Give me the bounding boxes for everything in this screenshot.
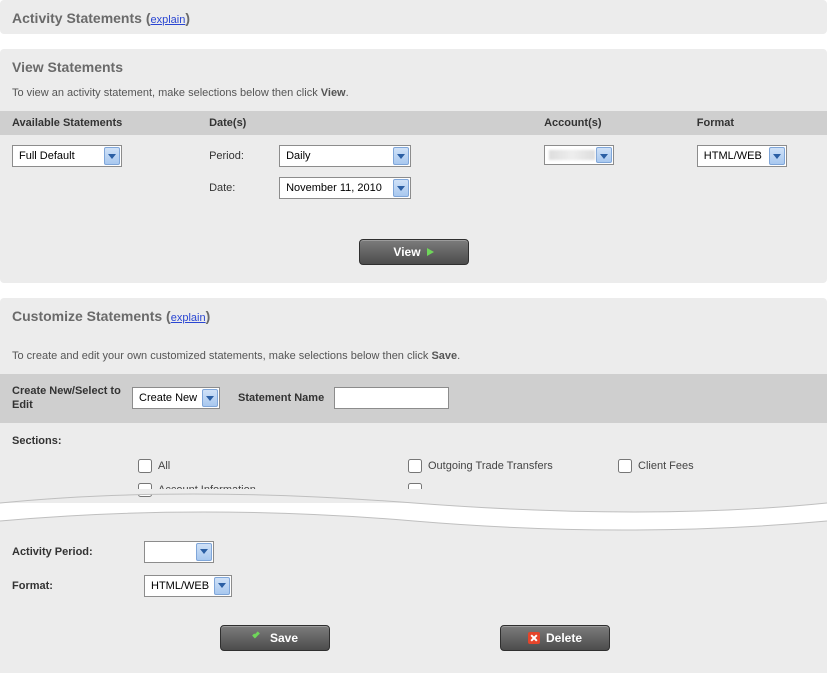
save-button[interactable]: Save bbox=[220, 625, 330, 651]
chevron-down-icon bbox=[596, 147, 612, 163]
view-statements-title: View Statements bbox=[0, 49, 827, 83]
customize-explain-link[interactable]: explain bbox=[171, 312, 206, 324]
customize-lower-area: Activity Period: Format: HTML/WEB bbox=[0, 535, 827, 611]
view-instruction: To view an activity statement, make sele… bbox=[0, 83, 827, 111]
view-body-row: Full Default Period: Daily Date: Novembe… bbox=[0, 135, 827, 229]
col-format-label: Format bbox=[697, 117, 815, 129]
activity-statements-title: Activity Statements bbox=[12, 10, 142, 26]
date-label: Date: bbox=[209, 182, 279, 194]
activity-period-label: Activity Period: bbox=[12, 546, 132, 558]
create-select[interactable]: Create New bbox=[132, 387, 220, 409]
period-label: Period: bbox=[209, 150, 279, 162]
accounts-select[interactable] bbox=[544, 145, 614, 165]
page-break-wave bbox=[0, 489, 827, 535]
col-dates-label: Date(s) bbox=[209, 117, 544, 129]
checkbox-outgoing-trade-transfers[interactable]: Outgoing Trade Transfers bbox=[408, 459, 618, 473]
delete-button[interactable]: Delete bbox=[500, 625, 610, 651]
customize-button-bar: Save Delete bbox=[0, 611, 827, 673]
checkbox-all[interactable]: All bbox=[138, 459, 408, 473]
date-select[interactable]: November 11, 2010 bbox=[279, 177, 411, 199]
view-statements-panel: View Statements To view an activity stat… bbox=[0, 49, 827, 283]
activity-period-select[interactable] bbox=[144, 541, 214, 563]
customize-format-label: Format: bbox=[12, 580, 132, 592]
col-accounts-label: Account(s) bbox=[544, 117, 697, 129]
activity-statements-header: Activity Statements (explain) bbox=[0, 0, 827, 34]
customize-title: Customize Statements bbox=[12, 308, 162, 324]
view-button[interactable]: View bbox=[359, 239, 469, 265]
delete-icon bbox=[528, 632, 540, 644]
arrow-right-icon bbox=[427, 248, 434, 256]
create-label: Create New/Select to Edit bbox=[12, 384, 122, 413]
customize-statements-panel: Customize Statements (explain) To create… bbox=[0, 298, 827, 503]
chevron-down-icon bbox=[104, 147, 120, 165]
checkbox-client-fees[interactable]: Client Fees bbox=[618, 459, 778, 473]
customize-format-select[interactable]: HTML/WEB bbox=[144, 575, 232, 597]
view-columns-header: Available Statements Date(s) Account(s) … bbox=[0, 111, 827, 135]
sections-label: Sections: bbox=[12, 435, 815, 447]
chevron-down-icon bbox=[393, 147, 409, 165]
statement-name-label: Statement Name bbox=[238, 392, 324, 404]
available-statements-select[interactable]: Full Default bbox=[12, 145, 122, 167]
check-icon bbox=[252, 632, 264, 644]
statement-name-input[interactable] bbox=[334, 387, 449, 409]
period-select[interactable]: Daily bbox=[279, 145, 411, 167]
customize-instruction: To create and edit your own customized s… bbox=[0, 332, 827, 374]
format-select[interactable]: HTML/WEB bbox=[697, 145, 787, 167]
col-available-label: Available Statements bbox=[12, 117, 209, 129]
activity-explain-link[interactable]: explain bbox=[151, 14, 186, 26]
customize-create-row: Create New/Select to Edit Create New Sta… bbox=[0, 374, 827, 423]
chevron-down-icon bbox=[196, 543, 212, 561]
